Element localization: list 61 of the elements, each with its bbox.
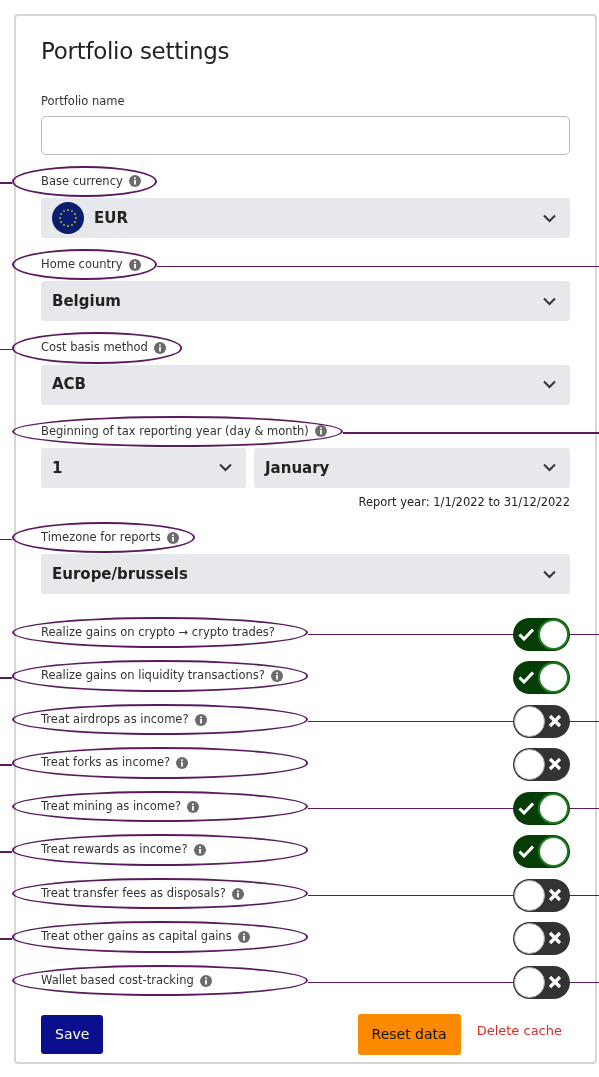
select-field[interactable]: EUR [41,198,570,239]
field-label: Realize gains on liquidity transactions? [41,667,265,685]
cross-icon [548,713,562,728]
field-label: Treat other gains as capital gains [41,928,232,946]
field-label: Timezone for reports [41,529,161,547]
switch-knob [514,749,545,781]
switch-knob [514,879,545,911]
cross-icon [548,974,562,989]
field-label: Realize gains on crypto → crypto trades? [41,623,275,641]
field-label: Portfolio name [41,92,125,110]
toggle-switch[interactable] [513,835,570,869]
select-field[interactable]: Belgium [41,281,570,322]
check-icon [518,844,534,859]
toggle-switch[interactable] [513,617,570,651]
check-icon [518,670,534,685]
check-icon [518,626,534,641]
switch-knob [538,792,569,824]
field-label: Wallet based cost-tracking [41,971,194,989]
select-field[interactable]: Europe/brussels [41,554,570,595]
select-field[interactable]: 1 [41,447,246,488]
toggle-switch[interactable] [513,748,570,782]
select-field[interactable]: January [254,447,570,488]
field-label: Treat rewards as income? [41,841,188,859]
switch-knob [514,923,545,955]
field-label: Treat airdrops as income? [41,710,189,728]
switch-knob [538,662,569,694]
chevron-down-icon [543,296,556,306]
select-field[interactable]: ACB [41,364,570,405]
chevron-down-icon [543,463,556,473]
reset-data-button[interactable]: Reset data [357,1013,461,1055]
text-input[interactable] [41,115,570,155]
flag-icon [52,202,84,235]
field-label: Home country [41,256,123,274]
switch-knob [514,705,545,737]
toggle-switch[interactable] [513,878,570,912]
toggle-switch[interactable] [513,704,570,738]
switch-knob [538,618,569,650]
check-icon [518,800,534,815]
field-label: Treat mining as income? [41,797,182,815]
page-title: Portfolio settings [41,38,231,66]
report-year-note: Report year: 1/1/2022 to 31/12/2022 [357,493,570,511]
cross-icon [548,931,562,946]
cross-icon [548,757,562,772]
chevron-down-icon [543,569,556,579]
switch-knob [538,836,569,868]
field-label: Beginning of tax reporting year (day & month) [41,422,309,440]
save-button[interactable]: Save [41,1014,104,1054]
toggle-switch[interactable] [513,661,570,695]
field-label: Cost basis method [41,339,148,357]
chevron-down-icon [219,463,232,473]
field-label: Base currency [41,172,123,190]
chevron-down-icon [543,380,556,390]
delete-cache-link[interactable]: Delete cache [476,1020,562,1041]
field-label: Treat transfer fees as disposals? [41,884,226,902]
toggle-switch[interactable] [513,791,570,825]
toggle-switch[interactable] [513,965,570,999]
chevron-down-icon [543,213,556,223]
toggle-switch[interactable] [513,922,570,956]
cross-icon [548,887,562,902]
switch-knob [514,966,545,998]
field-label: Treat forks as income? [41,754,171,772]
